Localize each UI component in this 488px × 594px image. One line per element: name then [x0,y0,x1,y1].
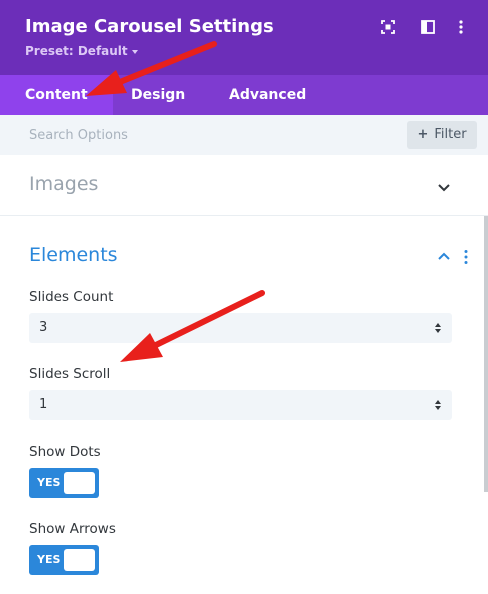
chevron-up-icon[interactable] [437,251,451,261]
tab-design[interactable]: Design [106,75,210,115]
slides-scroll-select[interactable]: 1 [29,390,452,420]
toggle-knob [64,472,95,494]
sidebar-layout-icon[interactable] [420,19,436,35]
show-arrows-label: Show Arrows [29,521,116,537]
tab-bar: Content Design Advanced [0,75,488,115]
show-dots-label: Show Dots [29,444,101,460]
select-arrows-icon [435,400,441,410]
tab-advanced[interactable]: Advanced [204,75,331,115]
show-arrows-toggle[interactable]: YES [29,545,99,575]
slides-scroll-label: Slides Scroll [29,366,111,382]
plus-icon: + [417,127,429,142]
filter-label: Filter [434,127,467,142]
images-section[interactable]: Images [0,155,488,216]
search-options-input[interactable] [0,115,400,155]
caret-down-icon [131,49,138,54]
toggle-yes-text: YES [37,476,61,489]
modal-title: Image Carousel Settings [25,16,274,37]
preset-dropdown[interactable]: Preset: Default [25,44,138,58]
elements-section-title[interactable]: Elements [29,244,118,266]
search-bar: + Filter [0,115,488,155]
slides-scroll-value: 1 [39,397,48,412]
tab-content[interactable]: Content [0,75,113,115]
images-section-title: Images [29,173,99,195]
slides-count-label: Slides Count [29,289,114,305]
slides-count-select[interactable]: 3 [29,313,452,343]
chevron-down-icon[interactable] [437,183,451,193]
toggle-yes-text: YES [37,553,61,566]
section-options-icon[interactable] [463,249,469,265]
preset-label: Preset: Default [25,44,128,58]
filter-button[interactable]: + Filter [407,121,477,149]
toggle-knob [64,549,95,571]
show-dots-toggle[interactable]: YES [29,468,99,498]
select-arrows-icon [435,323,441,333]
slides-count-value: 3 [39,320,48,335]
more-options-icon[interactable] [453,19,469,35]
scrollbar[interactable] [484,216,488,492]
focus-mode-icon[interactable] [380,19,396,35]
settings-header: Image Carousel Settings Preset: Default [0,0,488,75]
